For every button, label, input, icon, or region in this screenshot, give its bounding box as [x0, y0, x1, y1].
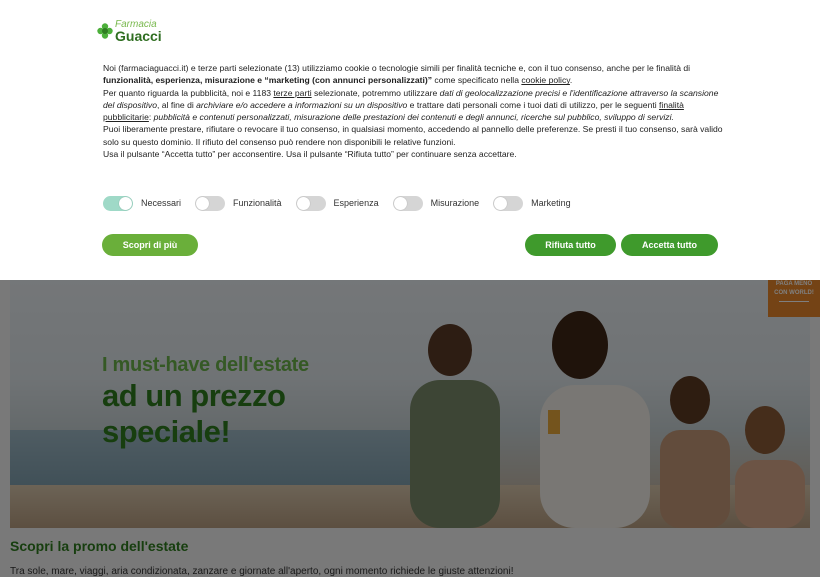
consent-toggles: Necessari Funzionalità Esperienza Misura…	[103, 195, 585, 211]
toggle-label-esperienza: Esperienza	[333, 198, 379, 208]
cookie-paragraph-4: Usa il pulsante “Accetta tutto” per acco…	[103, 149, 517, 160]
toggle-label-misurazione: Misurazione	[430, 198, 480, 208]
toggle-necessari[interactable]: Necessari	[103, 195, 182, 211]
accept-all-button[interactable]: Accetta tutto	[621, 234, 718, 256]
toggle-funzionalita[interactable]: Funzionalità	[195, 195, 282, 211]
toggle-misurazione[interactable]: Misurazione	[392, 195, 480, 211]
toggle-esperienza[interactable]: Esperienza	[295, 195, 379, 211]
toggle-switch-esperienza[interactable]	[295, 195, 326, 211]
farmacia-guacci-logo: Farmacia Guacci	[97, 18, 167, 44]
logo-big-text: Guacci	[115, 28, 162, 44]
reject-all-button[interactable]: Rifiuta tutto	[525, 234, 616, 256]
toggle-marketing[interactable]: Marketing	[493, 195, 571, 211]
cookie-paragraph-1: Noi (farmaciaguacci.it) e terze parti se…	[103, 63, 691, 86]
toggle-switch-necessari[interactable]	[103, 195, 133, 211]
cookie-consent-banner: Farmacia Guacci Noi (farmaciaguacci.it) …	[0, 0, 820, 280]
toggle-switch-misurazione[interactable]	[392, 195, 423, 211]
toggle-label-marketing: Marketing	[531, 198, 571, 208]
cookie-paragraph-3: Puoi liberamente prestare, rifiutare o r…	[103, 124, 723, 147]
toggle-switch-marketing[interactable]	[493, 195, 524, 211]
pharmacy-cross-icon	[97, 23, 113, 39]
toggle-label-necessari: Necessari	[141, 198, 182, 208]
cookie-description: Noi (farmaciaguacci.it) e terze parti se…	[103, 62, 723, 160]
toggle-switch-funzionalita[interactable]	[195, 195, 226, 211]
third-parties-link[interactable]: terze parti	[273, 88, 311, 98]
learn-more-button[interactable]: Scopri di più	[102, 234, 198, 256]
cookie-policy-link[interactable]: cookie policy	[521, 75, 570, 85]
toggle-label-funzionalita: Funzionalità	[233, 198, 282, 208]
cookie-paragraph-2: Per quanto riguarda la pubblicità, noi e…	[103, 87, 719, 123]
